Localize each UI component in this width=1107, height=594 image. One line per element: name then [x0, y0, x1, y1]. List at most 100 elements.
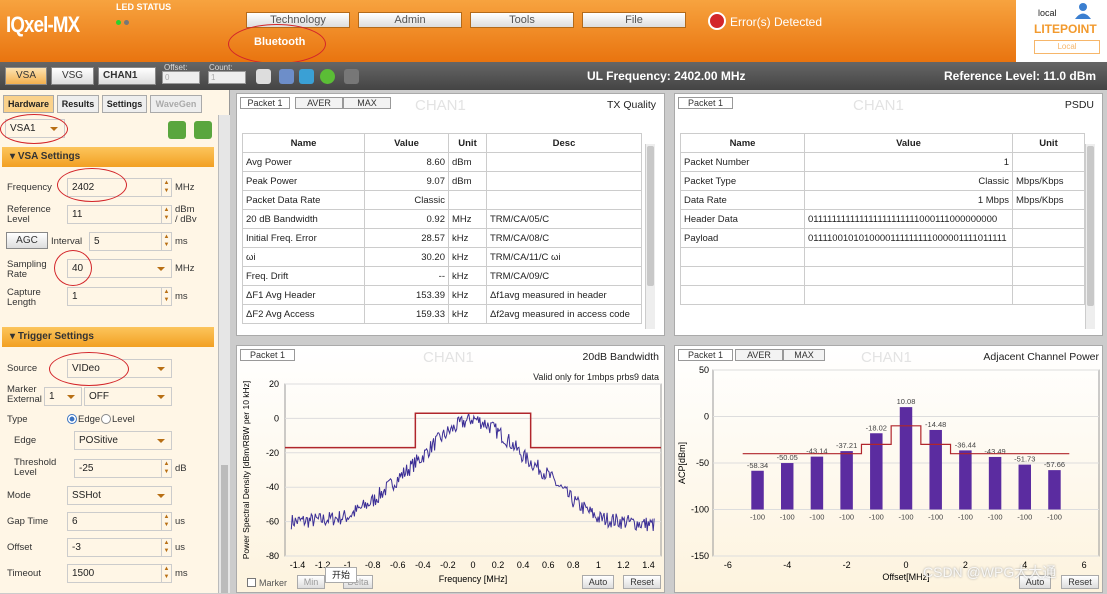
user-icon[interactable] [1074, 2, 1092, 20]
menu-file[interactable]: File [582, 12, 686, 28]
table-cell: Data Rate [680, 190, 805, 210]
acp-bar [1018, 464, 1032, 510]
calculator-icon[interactable] [279, 69, 294, 84]
txq-tab-packet1[interactable]: Packet 1 [240, 97, 290, 109]
reference-spinner[interactable]: ▲ ▼ [161, 206, 171, 223]
table-cell: kHz [448, 228, 487, 248]
table-cell: 159.33 [364, 304, 449, 324]
txq-scrollbar[interactable] [645, 144, 655, 329]
vsg-button[interactable]: VSG [51, 67, 94, 85]
table-row[interactable] [680, 285, 1085, 305]
offset-spinner[interactable]: ▲ ▼ [161, 539, 171, 556]
marker-external-select[interactable]: OFF [84, 387, 172, 406]
psdu-tab-packet1[interactable]: Packet 1 [678, 97, 733, 109]
vsa-settings-header[interactable]: ▾ VSA Settings [2, 147, 214, 167]
table-cell: -- [364, 266, 449, 286]
txq-scroll-thumb[interactable] [647, 146, 654, 286]
toolbar: VSA VSG CHAN1 Offset: 0 Count: 1 [0, 62, 1107, 90]
table-row[interactable] [680, 247, 1085, 267]
acp-reset-button[interactable]: Reset [1061, 575, 1099, 589]
tab-results[interactable]: Results [57, 95, 99, 113]
table-row[interactable]: Payload 011110010101000011111111100000111… [680, 228, 1085, 248]
interval-input[interactable]: 5 ▲ ▼ [89, 232, 172, 251]
table-cell: MHz [448, 209, 487, 229]
tab-hardware[interactable]: Hardware [3, 95, 54, 113]
undo-icon[interactable] [194, 121, 212, 139]
bw-auto-button[interactable]: Auto [582, 575, 614, 589]
threshold-input[interactable]: -25 ▲ ▼ [74, 459, 172, 478]
trigger-offset-value: -3 [72, 542, 81, 553]
reference-level-input[interactable]: 11 ▲ ▼ [67, 205, 172, 224]
table-row[interactable]: Data Rate 1 Mbps Mbps/Kbps [680, 190, 1085, 210]
offset-input[interactable]: 0 [162, 71, 200, 84]
edge-select[interactable]: POSitive [74, 431, 172, 450]
type-edge-radio[interactable] [67, 414, 77, 424]
count-input[interactable]: 1 [208, 71, 246, 84]
eraser-icon[interactable] [344, 69, 359, 84]
capture-length-input[interactable]: 1 ▲ ▼ [67, 287, 172, 306]
trigger-settings-header[interactable]: ▾ Trigger Settings [2, 327, 214, 347]
frequency-spinner[interactable]: ▲ ▼ [161, 179, 171, 196]
txq-table: Name Value Unit Desc Avg Power 8.60 dBm Pea… [242, 133, 642, 324]
table-row[interactable]: ΔF2 Avg Access 159.33 kHz Δf2avg measured i… [242, 304, 642, 324]
table-row[interactable]: Packet Data Rate Classic [242, 190, 642, 210]
table-row[interactable]: ωi 30.20 kHz TRM/CA/11/C ωi [242, 247, 642, 267]
table-cell [486, 190, 642, 210]
psdu-scroll-thumb[interactable] [1087, 146, 1094, 306]
menu-admin[interactable]: Admin [358, 12, 462, 28]
acp-bar [780, 463, 794, 510]
play-icon[interactable] [299, 69, 314, 84]
table-row[interactable]: ΔF1 Avg Header 153.39 kHz Δf1avg measured i… [242, 285, 642, 305]
table-row[interactable] [680, 266, 1085, 286]
table-cell: 153.39 [364, 285, 449, 305]
trigger-offset-input[interactable]: -3 ▲ ▼ [67, 538, 172, 557]
mode-select[interactable]: SSHot [67, 486, 172, 505]
table-row[interactable]: Peak Power 9.07 dBm [242, 171, 642, 191]
refresh-icon[interactable] [320, 69, 335, 84]
tab-wavegen[interactable]: WaveGen [150, 95, 202, 113]
table-row[interactable]: Packet Type Classic Mbps/Kbps [680, 171, 1085, 191]
error-icon[interactable] [708, 12, 726, 30]
table-row[interactable]: Header Data 01111111111111111111111100011… [680, 209, 1085, 229]
timeout-input[interactable]: 1500 ▲ ▼ [67, 564, 172, 583]
marker-number-select[interactable]: 1 [44, 387, 82, 406]
bw-reset-button[interactable]: Reset [623, 575, 661, 589]
agc-button[interactable]: AGC [6, 232, 48, 249]
min-button[interactable]: Min [297, 575, 325, 589]
left-scroll-thumb[interactable] [221, 465, 228, 593]
table-row[interactable]: Packet Number 1 [680, 152, 1085, 172]
bar-value-label: -36.44 [955, 440, 976, 449]
error-status[interactable]: Error(s) Detected [730, 15, 822, 29]
table-row[interactable]: Initial Freq. Error 28.57 kHz TRM/CA/08/C [242, 228, 642, 248]
threshold-spinner[interactable]: ▲ ▼ [161, 460, 171, 477]
upload-icon[interactable] [256, 69, 271, 84]
table-cell: 0111100101010000111111111000001111011111 [804, 228, 1013, 248]
x-tick-label: 0.2 [492, 560, 505, 570]
left-scrollbar[interactable] [218, 115, 230, 593]
txq-tab-max[interactable]: MAX [343, 97, 391, 109]
gap-time-input[interactable]: 6 ▲ ▼ [67, 512, 172, 531]
chan-select[interactable]: CHAN1 [98, 67, 156, 85]
gap-spinner[interactable]: ▲ ▼ [161, 513, 171, 530]
vsa-button[interactable]: VSA [5, 67, 47, 85]
csdn-watermark: CSDN @WPG大大通 [923, 564, 1057, 580]
type-level-radio[interactable] [101, 414, 111, 424]
capture-spinner[interactable]: ▲ ▼ [161, 288, 171, 305]
x-tick-label: 0 [470, 560, 475, 570]
table-row[interactable]: Avg Power 8.60 dBm [242, 152, 642, 172]
menu-tools[interactable]: Tools [470, 12, 574, 28]
psdu-scrollbar[interactable] [1085, 144, 1095, 329]
timeout-spinner[interactable]: ▲ ▼ [161, 565, 171, 582]
y-tick-label: -60 [266, 517, 279, 527]
table-row[interactable]: Freq. Drift -- kHz TRM/CA/09/C [242, 266, 642, 286]
txq-tab-aver[interactable]: AVER [295, 97, 343, 109]
table-cell: Δf2avg measured in access code [486, 304, 642, 324]
interval-spinner[interactable]: ▲ ▼ [161, 233, 171, 250]
table-row[interactable]: 20 dB Bandwidth 0.92 MHz TRM/CA/05/C [242, 209, 642, 229]
table-cell [680, 266, 805, 286]
marker-checkbox[interactable] [247, 578, 256, 587]
txq-col-unit: Unit [448, 133, 487, 153]
tab-settings[interactable]: Settings [102, 95, 147, 113]
settings-gear-icon[interactable] [168, 121, 186, 139]
local-button[interactable]: Local [1034, 40, 1100, 54]
